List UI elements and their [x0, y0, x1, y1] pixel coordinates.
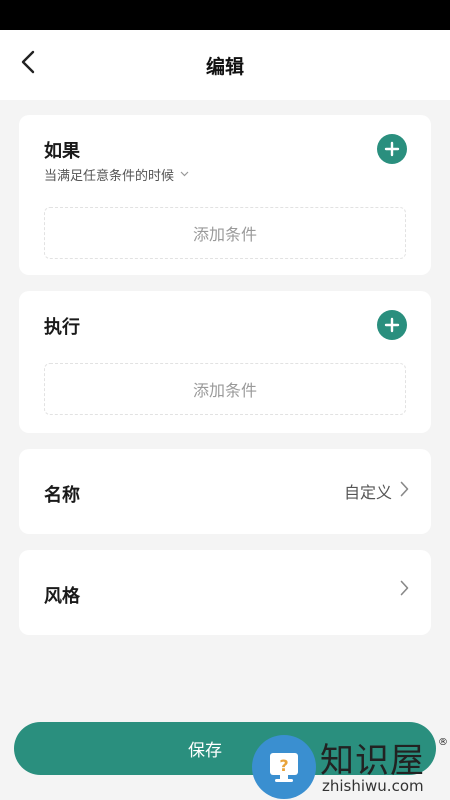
condition-mode-label: 当满足任意条件的时候 — [44, 169, 175, 184]
watermark-url: zhishiwu.com — [322, 777, 424, 795]
if-add-button[interactable] — [377, 134, 407, 164]
name-row-label: 名称 — [44, 485, 80, 506]
then-add-button[interactable] — [377, 310, 407, 340]
name-row-value: 自定义 — [343, 483, 392, 502]
condition-mode-selector[interactable]: 当满足任意条件的时候 — [44, 165, 189, 184]
name-row[interactable]: 名称 自定义 — [19, 449, 431, 534]
save-button-label: 保存 — [188, 741, 222, 761]
name-row-value-group: 自定义 — [344, 479, 409, 503]
style-row-value-group — [400, 580, 409, 600]
header: 编辑 — [0, 30, 450, 100]
then-card: 执行 添加条件 — [19, 291, 431, 433]
status-bar — [0, 0, 450, 30]
chevron-right-icon — [400, 580, 409, 600]
chevron-right-icon — [400, 481, 409, 501]
style-row[interactable]: 风格 — [19, 550, 431, 635]
if-add-condition-button[interactable]: 添加条件 — [44, 207, 406, 259]
if-card-title: 如果 — [44, 141, 80, 162]
then-card-title: 执行 — [44, 317, 80, 338]
watermark-logo-icon: ? — [252, 735, 316, 799]
watermark-registered-mark: ® — [438, 737, 448, 748]
chevron-down-icon — [180, 169, 189, 180]
style-row-label: 风格 — [44, 586, 80, 607]
page-title: 编辑 — [205, 56, 244, 78]
svg-text:?: ? — [279, 756, 288, 775]
then-add-condition-button[interactable]: 添加条件 — [44, 363, 406, 415]
if-card: 如果 当满足任意条件的时候 添加条件 — [19, 115, 431, 275]
plus-icon — [384, 317, 400, 333]
plus-icon — [384, 141, 400, 157]
watermark-text: 知识屋 — [320, 741, 425, 781]
